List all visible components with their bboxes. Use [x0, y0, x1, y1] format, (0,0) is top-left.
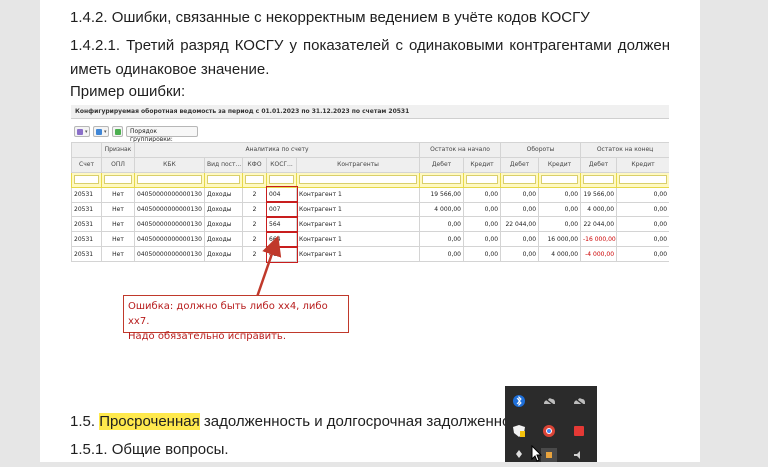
report-screenshot: Конфигурируемая оборотная ведомость за п… — [71, 105, 669, 355]
app-icon[interactable] — [571, 424, 587, 438]
heading-1-5-prefix: 1.5. — [70, 413, 100, 430]
highlighted-word: Просроченная — [99, 413, 200, 430]
volume-icon[interactable] — [571, 448, 587, 462]
chrome-icon[interactable] — [541, 424, 557, 438]
tray-overflow-popup — [505, 386, 597, 462]
heading-1-4-2: 1.4.2. Ошибки, связанные с некорректным … — [70, 9, 590, 26]
error-line-1: Ошибка: должно быть либо хх4, либо хх7. — [128, 301, 328, 327]
usb-icon[interactable] — [511, 448, 527, 462]
example-label: Пример ошибки: — [70, 83, 186, 100]
heading-1-4-2-1: 1.4.2.1. Третий разряд КОСГУ у показател… — [70, 37, 670, 78]
heading-1-5-suffix: задолженность и долгосрочная задолженнос… — [199, 413, 510, 430]
bluetooth-icon[interactable] — [511, 394, 527, 408]
cloud-icon[interactable] — [541, 394, 557, 408]
mouse-cursor-icon — [531, 445, 543, 462]
cloud-icon[interactable] — [571, 394, 587, 408]
network-icon[interactable] — [541, 448, 557, 462]
shield-icon[interactable] — [511, 424, 527, 438]
error-callout: Ошибка: должно быть либо хх4, либо хх7. … — [123, 295, 349, 342]
heading-1-5: 1.5. Просроченная задолженность и долгос… — [70, 410, 510, 434]
error-line-2: Надо обязательно исправить. — [128, 331, 287, 342]
